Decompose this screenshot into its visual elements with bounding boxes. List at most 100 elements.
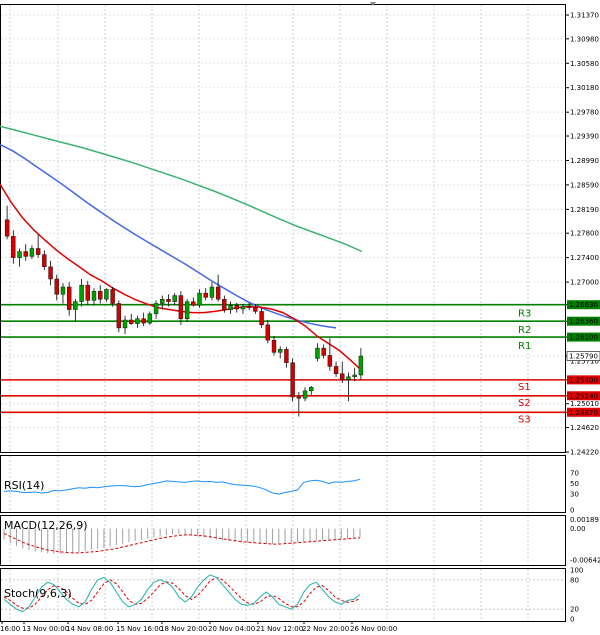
forex-chart: 1.31370 1.30980 1.30580 1.30180 1.29780 1.293…: [0, 2, 600, 633]
y-tick-label-10: 1.27400: [570, 254, 599, 262]
y-tick-label-3: 1.30180: [570, 84, 599, 92]
candle-body-29: [184, 301, 190, 319]
rsi-tick-3: 0: [570, 507, 574, 515]
candle-body-8: [54, 278, 59, 295]
candle-body-7: [48, 266, 53, 280]
candle-body-45: [284, 349, 289, 363]
candle-body-5: [35, 248, 41, 255]
level-price-R1: 1.26100: [569, 334, 598, 342]
candle-body-10: [66, 286, 72, 310]
candle-body-6: [42, 254, 47, 268]
x-tick-label-6: 21 Nov 12:00: [256, 625, 303, 633]
candle-body-43: [271, 339, 277, 353]
x-tick-label-2: 14 Nov 08:00: [66, 625, 113, 633]
level-price-S3: 1.24870: [569, 409, 598, 417]
macd-tick-2: -0.006422: [570, 556, 600, 564]
macd-tick-1: 0.00: [570, 525, 586, 533]
candle-body-0: [4, 219, 10, 237]
x-tick-label-7: 22 Nov 20:00: [302, 625, 349, 633]
candle-body-21: [135, 318, 140, 324]
candle-body-41: [259, 311, 264, 326]
x-tick-label-8: 26 Nov 00:00: [350, 625, 397, 633]
stoch-tick-0: 100: [570, 567, 583, 575]
candle-body-49: [309, 387, 314, 392]
candle-body-9: [60, 286, 66, 295]
candle-body-52: [327, 355, 333, 367]
x-tick-label-4: 18 Nov 20:00: [160, 625, 207, 633]
candle-body-17: [110, 289, 115, 304]
level-label-R1: R1: [518, 341, 531, 352]
candle-body-40: [253, 307, 258, 312]
candle-body-4: [29, 248, 35, 257]
candle-body-34: [215, 286, 221, 300]
y-tick-label-6: 1.28990: [570, 157, 599, 165]
macd-tick-0: 0.001891: [570, 516, 600, 524]
level-label-R3: R3: [518, 309, 531, 320]
candle-body-24: [153, 303, 159, 315]
candle-body-44: [278, 349, 283, 353]
candle-body-53: [333, 366, 339, 374]
candle-body-42: [265, 324, 270, 341]
stoch-tick-2: 20: [570, 606, 579, 614]
candle-body-22: [141, 318, 146, 324]
current-price-label: 1.25790: [569, 353, 598, 361]
level-price-S1: 1.25400: [569, 376, 598, 384]
candle-body-15: [98, 291, 103, 300]
y-tick-label-20: 1.24620: [570, 424, 599, 432]
y-tick-label-0: 1.31370: [570, 12, 599, 20]
candle-body-33: [209, 286, 215, 298]
candle-body-27: [172, 295, 177, 302]
y-tick-label-21: 1.24220: [570, 449, 599, 457]
y-tick-label-1: 1.30980: [570, 35, 599, 43]
stoch-tick-3: 0: [570, 616, 574, 624]
candle-body-57: [358, 355, 364, 376]
candle-body-26: [166, 299, 171, 302]
level-label-S1: S1: [518, 382, 531, 393]
candle-body-14: [91, 291, 97, 301]
x-tick-label-3: 15 Nov 16:00: [116, 625, 163, 633]
y-tick-label-11: 1.27000: [570, 279, 599, 287]
stoch-tick-1: 80: [570, 576, 579, 584]
y-tick-label-2: 1.30580: [570, 60, 599, 68]
candle-body-48: [302, 390, 308, 399]
candle-body-46: [290, 362, 295, 398]
level-price-S2: 1.25140: [569, 392, 598, 400]
candle-body-32: [203, 292, 208, 298]
candle-body-54: [340, 373, 345, 381]
x-tick-label-0: 16:00: [0, 625, 20, 633]
candle-body-19: [122, 319, 128, 329]
level-price-R3: 1.26630: [569, 301, 598, 309]
candle-body-35: [222, 299, 227, 310]
chart-root: 1.31370 1.30980 1.30580 1.30180 1.29780 1.293…: [0, 0, 600, 635]
candle-body-37: [234, 305, 239, 310]
candle-body-1: [11, 236, 16, 258]
candle-body-11: [73, 301, 78, 310]
level-label-S3: S3: [518, 414, 531, 425]
x-tick-label-5: 20 Nov 04:00: [208, 625, 255, 633]
candle-body-18: [116, 303, 122, 329]
level-price-R2: 1.26360: [569, 318, 598, 326]
candle-body-25: [160, 299, 165, 304]
candle-body-3: [23, 251, 28, 257]
candle-body-31: [197, 292, 202, 306]
rsi-tick-2: 30: [570, 491, 579, 499]
y-tick-label-18: 1.25010: [570, 400, 599, 408]
rsi-tick-0: 70: [570, 469, 579, 477]
candle-body-50: [315, 347, 320, 359]
y-tick-label-9: 1.27800: [570, 230, 599, 238]
y-tick-label-5: 1.29390: [570, 133, 599, 141]
level-label-S2: S2: [518, 398, 531, 409]
candle-body-55: [346, 376, 351, 381]
candle-body-39: [246, 306, 252, 308]
x-tick-label-1: 13 Nov 00:00: [22, 625, 69, 633]
candle-body-23: [147, 313, 153, 324]
level-label-R2: R2: [518, 325, 531, 336]
candle-body-28: [178, 295, 184, 319]
candle-body-51: [321, 347, 326, 356]
rsi-title: RSI(14): [4, 479, 44, 492]
candle-body-30: [191, 301, 196, 306]
candle-body-47: [296, 396, 302, 399]
y-tick-label-7: 1.28590: [570, 181, 599, 189]
rsi-tick-1: 50: [570, 480, 579, 488]
candle-body-36: [228, 305, 233, 310]
